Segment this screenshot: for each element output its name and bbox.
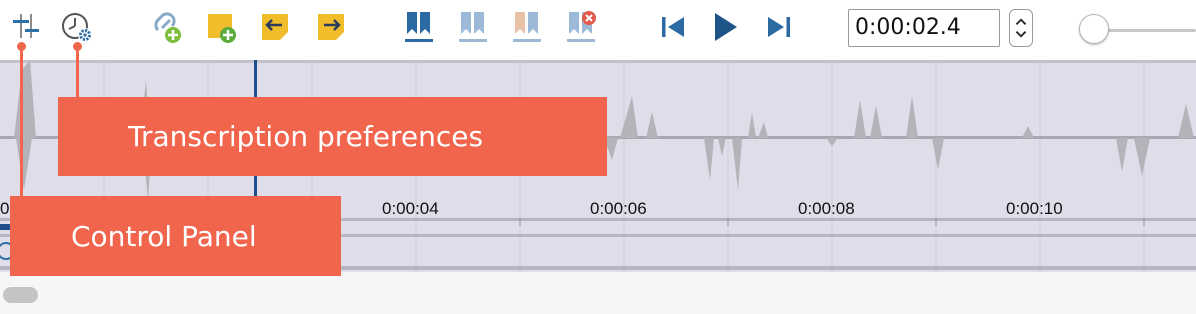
scroll-area — [0, 272, 1196, 314]
tick-label: 0:00:04 — [382, 199, 439, 218]
horizontal-scrollbar[interactable] — [3, 287, 38, 303]
tick-label: 0:00:10 — [1006, 199, 1063, 218]
current-time-field[interactable]: 0:00:02.4 — [848, 9, 1000, 47]
zoom-slider-knob[interactable] — [1079, 14, 1109, 44]
add-link-icon[interactable] — [150, 8, 184, 46]
tick-label: 0:00:08 — [798, 199, 855, 218]
note-arrow-right-icon[interactable] — [314, 8, 348, 46]
control-panel-dot — [17, 42, 26, 51]
segment-marker-next-icon[interactable] — [456, 8, 490, 46]
preferences-leader — [76, 48, 79, 98]
transcription-preferences-icon[interactable] — [60, 8, 94, 46]
tick-label: 0:00:06 — [590, 199, 647, 218]
skip-forward-icon[interactable] — [762, 8, 796, 46]
transcription-preferences-callout: Transcription preferences — [58, 97, 607, 176]
segment-marker-delete-icon[interactable] — [564, 8, 598, 46]
chevron-up-down-icon — [1015, 18, 1027, 38]
control-panel-callout: Control Panel — [10, 196, 341, 276]
segment-marker-highlight-icon[interactable] — [510, 8, 544, 46]
control-panel-leader — [20, 46, 23, 198]
note-arrow-left-icon[interactable] — [258, 8, 292, 46]
toolbar: 0:00:02.4 — [0, 0, 1196, 60]
segment-marker-icon[interactable] — [402, 8, 436, 46]
time-stepper[interactable] — [1009, 9, 1033, 47]
play-icon[interactable] — [708, 8, 742, 46]
skip-back-icon[interactable] — [656, 8, 690, 46]
preferences-dot — [73, 42, 82, 51]
control-panel-icon[interactable] — [8, 8, 42, 46]
add-note-icon[interactable] — [204, 8, 238, 46]
